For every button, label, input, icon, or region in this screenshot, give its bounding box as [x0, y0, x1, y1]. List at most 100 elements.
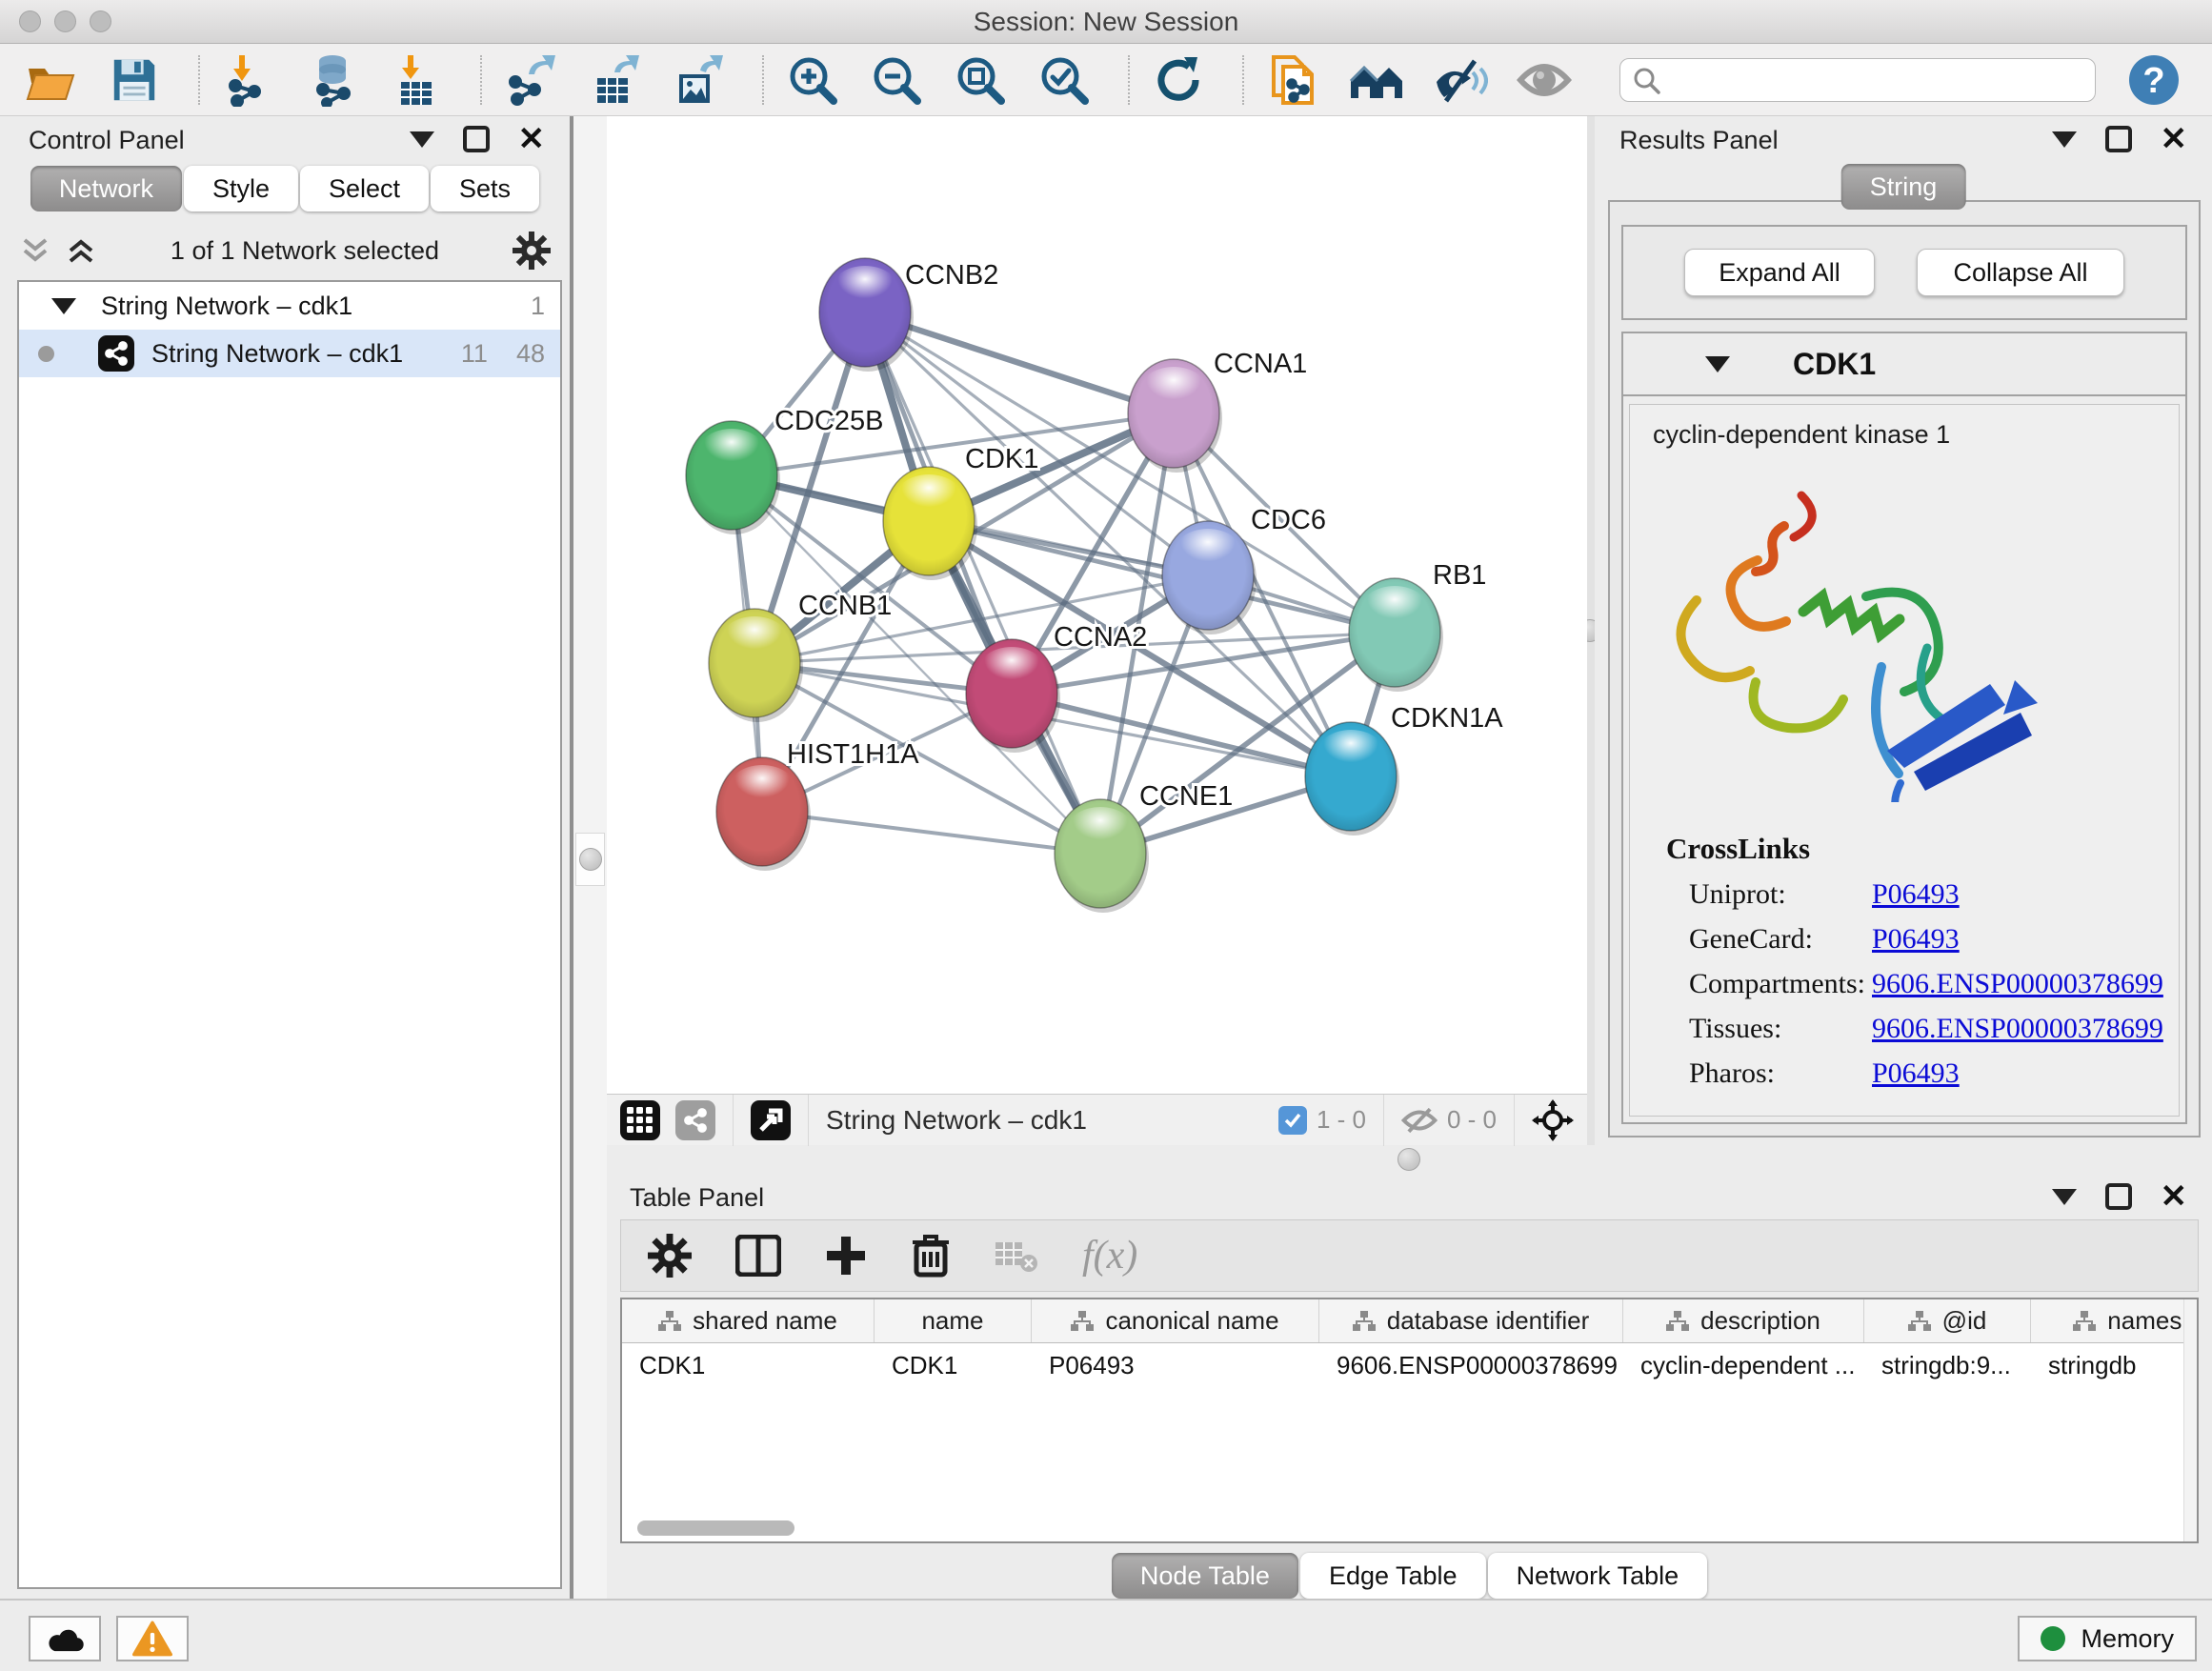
close-window-icon[interactable]	[19, 10, 41, 32]
network-options-gear-icon[interactable]	[513, 232, 551, 270]
float-panel-icon[interactable]	[463, 126, 490, 152]
crosslink-link[interactable]: P06493	[1872, 1057, 1960, 1090]
tab-style[interactable]: Style	[184, 166, 298, 211]
collapse-gene-icon[interactable]	[1705, 356, 1730, 372]
grid-view-button[interactable]	[620, 1100, 660, 1140]
gene-section-header[interactable]: CDK1	[1623, 333, 2185, 396]
expand-all-icon[interactable]	[65, 234, 97, 267]
import-table-button[interactable]	[389, 52, 444, 108]
network-node-CCNE1[interactable]: CCNE1	[1055, 781, 1233, 913]
zoom-out-button[interactable]	[869, 52, 924, 108]
table-row[interactable]: CDK1CDK1P064939606.ENSP00000378699cyclin…	[622, 1343, 2197, 1387]
close-panel-icon[interactable]: ✕	[2161, 126, 2188, 152]
table-cell[interactable]: cyclin-dependent ...	[1623, 1343, 1864, 1387]
table-vertical-scrollbar[interactable]	[2183, 1299, 2197, 1541]
show-columns-icon[interactable]	[735, 1235, 781, 1277]
search-input[interactable]	[1619, 58, 2096, 102]
network-collection-row[interactable]: String Network – cdk1 1	[19, 282, 560, 330]
network-graph[interactable]: CCNB2CCNA1CDC25BCDK1CDC6RB1CCNB1CCNA2CDK…	[607, 116, 1587, 1094]
panel-menu-icon[interactable]	[410, 131, 434, 148]
network-row-selected[interactable]: String Network – cdk1 11 48	[19, 330, 560, 377]
network-node-CDK1[interactable]: CDK1	[883, 444, 1038, 580]
table-cell[interactable]: 9606.ENSP00000378699	[1319, 1343, 1623, 1387]
column-header-database-identifier[interactable]: database identifier	[1319, 1299, 1623, 1342]
column-header-@id[interactable]: @id	[1864, 1299, 2031, 1342]
hide-selected-button[interactable]	[1433, 52, 1488, 108]
tab-node-table[interactable]: Node Table	[1112, 1553, 1298, 1599]
birds-eye-view-button[interactable]	[751, 1100, 791, 1140]
import-network-database-button[interactable]	[305, 52, 360, 108]
close-panel-icon[interactable]: ✕	[2161, 1183, 2188, 1210]
warning-status-button[interactable]	[116, 1616, 189, 1661]
table-cell[interactable]: P06493	[1032, 1343, 1319, 1387]
zoom-fit-button[interactable]	[953, 52, 1008, 108]
tab-edge-table[interactable]: Edge Table	[1300, 1553, 1486, 1599]
maximize-window-icon[interactable]	[90, 10, 111, 32]
close-panel-icon[interactable]: ✕	[518, 126, 546, 152]
table-cell[interactable]: CDK1	[622, 1343, 875, 1387]
left-splitter[interactable]	[570, 116, 607, 1599]
network-canvas[interactable]: CCNB2CCNA1CDC25BCDK1CDC6RB1CCNB1CCNA2CDK…	[607, 116, 1587, 1094]
crosslink-link[interactable]: 9606.ENSP00000378699	[1872, 1013, 2163, 1045]
cloud-status-button[interactable]	[29, 1616, 101, 1661]
import-network-button[interactable]	[221, 52, 276, 108]
network-edge-HIST1H1A-CCNE1[interactable]	[762, 812, 1100, 854]
network-node-CCNA1[interactable]: CCNA1	[1128, 349, 1307, 473]
table-cell[interactable]: stringdb:9...	[1864, 1343, 2031, 1387]
panel-menu-icon[interactable]	[2052, 1189, 2077, 1205]
node-table[interactable]: shared namenamecanonical namedatabase id…	[620, 1298, 2199, 1543]
collection-expand-icon[interactable]	[51, 298, 76, 314]
zoom-in-button[interactable]	[785, 52, 840, 108]
network-edge-CCNB2-CCNE1[interactable]	[865, 312, 1100, 854]
expand-all-button[interactable]: Expand All	[1684, 249, 1875, 296]
selected-count-checkbox[interactable]	[1278, 1106, 1307, 1135]
float-panel-icon[interactable]	[2105, 126, 2132, 152]
memory-button[interactable]: Memory	[2018, 1616, 2197, 1661]
collapse-all-icon[interactable]	[19, 234, 51, 267]
table-options-gear-icon[interactable]	[648, 1234, 692, 1278]
first-neighbors-button[interactable]	[1349, 52, 1404, 108]
tab-network-table[interactable]: Network Table	[1488, 1553, 1708, 1599]
column-header-namespace[interactable]: namespace	[2031, 1299, 2199, 1342]
add-column-icon[interactable]	[825, 1235, 867, 1277]
crosslink-link[interactable]: 9606.ENSP00000378699	[1872, 968, 2163, 1000]
save-session-button[interactable]	[107, 52, 162, 108]
export-table-button[interactable]	[587, 52, 642, 108]
network-node-RB1[interactable]: RB1	[1349, 560, 1486, 692]
zoom-selected-button[interactable]	[1036, 52, 1092, 108]
tab-select[interactable]: Select	[300, 166, 429, 211]
open-session-button[interactable]	[23, 52, 78, 108]
column-header-name[interactable]: name	[875, 1299, 1032, 1342]
tab-string[interactable]: String	[1841, 164, 1966, 210]
export-image-button[interactable]	[671, 52, 726, 108]
delete-column-icon[interactable]	[911, 1233, 951, 1278]
export-network-button[interactable]	[503, 52, 558, 108]
float-panel-icon[interactable]	[2105, 1183, 2132, 1210]
table-cell[interactable]: CDK1	[875, 1343, 1032, 1387]
table-cell[interactable]: stringdb	[2031, 1343, 2199, 1387]
column-header-shared-name[interactable]: shared name	[622, 1299, 875, 1342]
network-node-CDKN1A[interactable]: CDKN1A	[1305, 703, 1503, 836]
network-node-HIST1H1A[interactable]: HIST1H1A	[716, 739, 919, 871]
column-header-canonical-name[interactable]: canonical name	[1032, 1299, 1319, 1342]
tab-sets[interactable]: Sets	[431, 166, 539, 211]
tab-network[interactable]: Network	[30, 166, 182, 211]
apply-layout-button[interactable]	[1151, 52, 1206, 108]
crosslink-link[interactable]: P06493	[1872, 923, 1960, 956]
splitter-grip-icon[interactable]	[1398, 1148, 1420, 1171]
help-button[interactable]: ?	[2128, 54, 2180, 106]
collapse-all-button[interactable]: Collapse All	[1917, 249, 2124, 296]
new-network-from-selection-button[interactable]	[1265, 52, 1320, 108]
panel-menu-icon[interactable]	[2052, 131, 2077, 148]
column-header-description[interactable]: description	[1623, 1299, 1864, 1342]
splitter-grip-icon[interactable]	[579, 848, 602, 871]
crosslink-link[interactable]: P06493	[1872, 878, 1960, 911]
network-badge-icon[interactable]	[675, 1100, 715, 1140]
right-splitter[interactable]	[1587, 116, 1595, 1145]
network-node-CDC6[interactable]: CDC6	[1162, 505, 1326, 634]
minimize-window-icon[interactable]	[54, 10, 76, 32]
show-graphics-details-button[interactable]	[1517, 52, 1572, 108]
bottom-splitter[interactable]	[607, 1145, 2212, 1174]
table-horizontal-scrollbar[interactable]	[637, 1520, 794, 1536]
pan-crosshair-icon[interactable]	[1532, 1099, 1574, 1141]
